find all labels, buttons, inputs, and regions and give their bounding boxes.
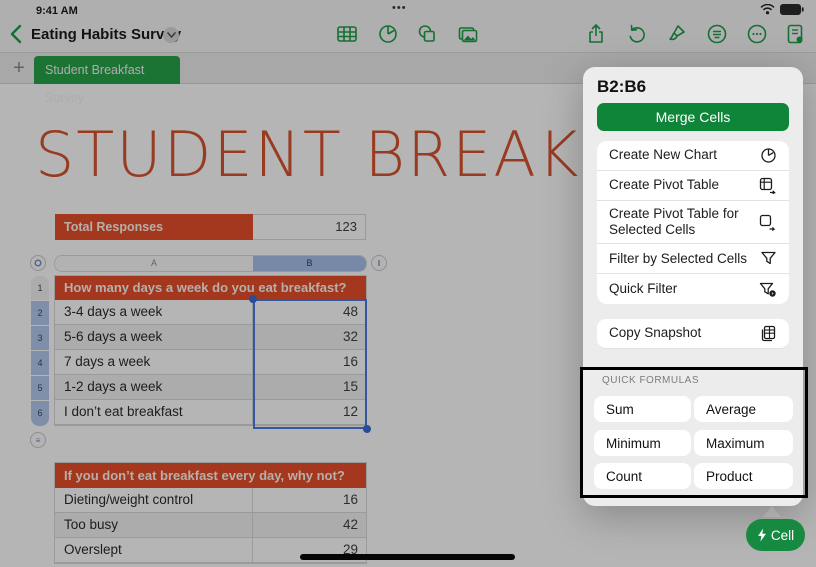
bolt-icon [757, 528, 767, 542]
cell-actions-menu: Create New Chart Create Pivot Table Crea… [597, 141, 789, 304]
menu-item-create-pivot-table[interactable]: Create Pivot Table [597, 171, 789, 201]
cell-actions-popover: B2:B6 Merge Cells Create New Chart Creat… [583, 67, 803, 506]
menu-item-label: Filter by Selected Cells [609, 246, 751, 272]
formula-sum-button[interactable]: Sum [594, 396, 691, 422]
menu-item-quick-filter[interactable]: Quick Filter [597, 274, 789, 304]
formula-minimum-button[interactable]: Minimum [594, 430, 691, 456]
chart-icon [760, 147, 777, 164]
cell-action-button[interactable]: Cell [746, 519, 805, 551]
pivot-table-icon [759, 177, 777, 194]
menu-item-copy-snapshot[interactable]: Copy Snapshot [597, 319, 789, 349]
cell-button-label: Cell [771, 528, 794, 543]
quick-filter-icon [759, 281, 777, 298]
funnel-icon [760, 250, 777, 267]
cell-button-caret [763, 506, 781, 517]
copy-snapshot-icon [760, 325, 777, 342]
menu-item-label: Create Pivot Table [609, 172, 723, 198]
formula-product-button[interactable]: Product [694, 463, 793, 489]
pivot-selected-icon [759, 214, 777, 231]
numbers-app-screen: 9:41 AM ••• Eating Habits Survey + Stude… [0, 0, 816, 567]
menu-item-label: Create New Chart [609, 142, 721, 168]
formula-maximum-button[interactable]: Maximum [694, 430, 793, 456]
menu-item-label: Copy Snapshot [609, 320, 705, 346]
menu-item-filter-by-selected[interactable]: Filter by Selected Cells [597, 244, 789, 274]
menu-item-label: Create Pivot Table for Selected Cells [609, 201, 749, 243]
menu-item-label: Quick Filter [609, 276, 681, 302]
merge-cells-button[interactable]: Merge Cells [597, 103, 789, 131]
menu-item-create-new-chart[interactable]: Create New Chart [597, 141, 789, 171]
formula-count-button[interactable]: Count [594, 463, 691, 489]
formula-average-button[interactable]: Average [694, 396, 793, 422]
selected-range-title: B2:B6 [597, 77, 646, 97]
quick-formulas-label: QUICK FORMULAS [602, 375, 699, 386]
menu-item-create-pivot-table-selected[interactable]: Create Pivot Table for Selected Cells [597, 201, 789, 244]
